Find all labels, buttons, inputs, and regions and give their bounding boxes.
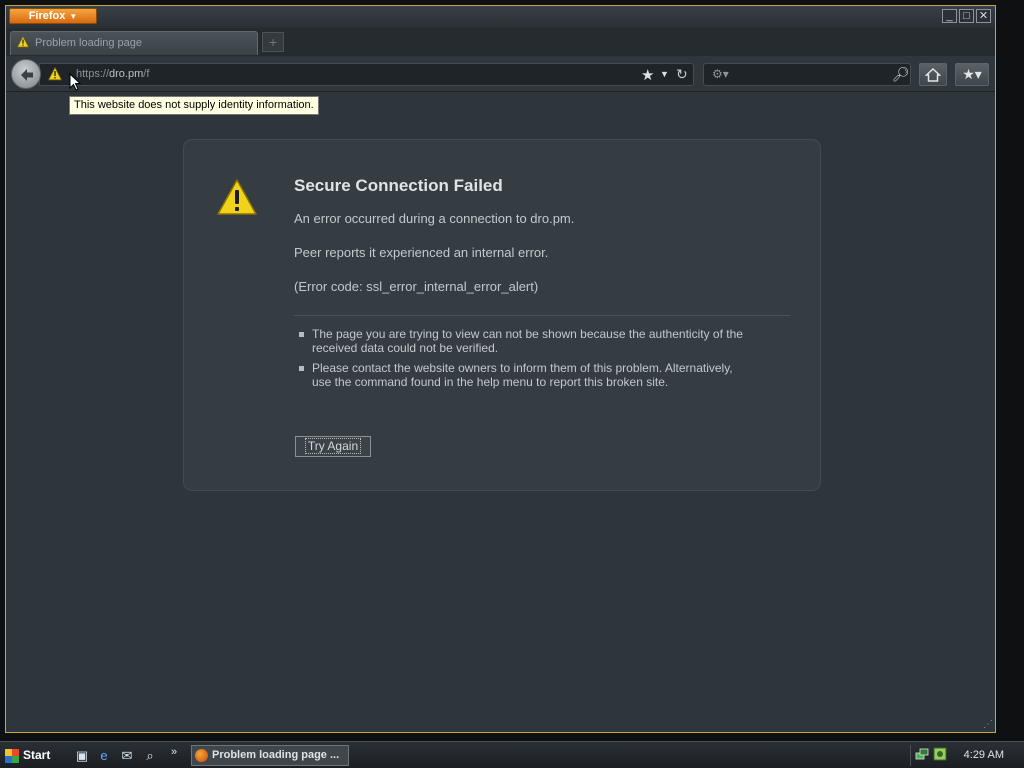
search-folder-icon[interactable]: ⌕ [142, 748, 158, 764]
bookmarks-button[interactable]: ★▾ [955, 63, 989, 86]
show-desktop-icon[interactable]: ▣ [74, 748, 90, 764]
search-icon[interactable]: 🔎︎ [892, 66, 910, 83]
start-label: Start [23, 748, 51, 762]
error-detail: Peer reports it experienced an internal … [294, 245, 549, 260]
start-button[interactable]: Start [2, 745, 58, 766]
url-history-dropdown-icon[interactable]: ▼ [660, 69, 669, 79]
url-path: /f [143, 68, 150, 80]
page-content: Secure Connection Failed An error occurr… [6, 92, 995, 732]
list-item: The page you are trying to view can not … [299, 327, 744, 355]
back-button[interactable] [11, 59, 41, 89]
taskbar: Start ▣ e ✉ ⌕ » Problem loading page ...… [0, 741, 1024, 768]
clock: 4:29 AM [963, 749, 1004, 761]
bookmarks-icon: ★▾ [962, 66, 982, 82]
browser-window: Firefox ▼ _ □ ✕ Problem loading page + ht… [5, 5, 996, 733]
navigation-toolbar: https://dro.pm/f ★ ▼ ↻ ⚙▾ 🔎︎ ★▾ [6, 56, 995, 92]
url-host: dro.pm [109, 68, 144, 80]
home-button[interactable] [919, 63, 947, 86]
error-message: An error occurred during a connection to… [294, 211, 575, 226]
site-identity-warning-icon[interactable] [48, 67, 62, 81]
url-bar[interactable]: https://dro.pm/f ★ ▼ ↻ [39, 63, 694, 86]
try-again-label: Try Again [304, 438, 362, 454]
new-tab-button[interactable]: + [262, 32, 284, 52]
tab-bar: Problem loading page + [6, 28, 995, 56]
list-item: Please contact the website owners to inf… [299, 361, 744, 389]
close-button[interactable]: ✕ [976, 9, 991, 23]
firefox-menu-label: Firefox [28, 10, 66, 22]
home-icon [924, 67, 942, 82]
tab-problem-loading-page[interactable]: Problem loading page [10, 31, 258, 55]
divider [294, 315, 790, 316]
error-box: Secure Connection Failed An error occurr… [183, 139, 821, 491]
system-tray: 4:29 AM [910, 745, 1022, 766]
reload-icon[interactable]: ↻ [676, 66, 688, 83]
minimize-button[interactable]: _ [942, 9, 957, 23]
windows-logo-icon [5, 749, 19, 763]
error-code: (Error code: ssl_error_internal_error_al… [294, 279, 539, 294]
firefox-menu-button[interactable]: Firefox ▼ [9, 8, 97, 24]
title-bar[interactable]: Firefox ▼ _ □ ✕ [6, 6, 995, 28]
error-explanation-list: The page you are trying to view can not … [299, 327, 744, 395]
try-again-button[interactable]: Try Again [295, 436, 371, 457]
taskbar-item-firefox[interactable]: Problem loading page ... [191, 745, 349, 766]
dropdown-arrow-icon: ▼ [69, 12, 78, 21]
search-bar[interactable]: ⚙▾ 🔎︎ [703, 63, 911, 86]
search-engine-icon[interactable]: ⚙▾ [712, 67, 729, 81]
identity-tooltip: This website does not supply identity in… [69, 96, 319, 115]
internet-explorer-icon[interactable]: e [96, 748, 112, 764]
resize-grip[interactable]: ⋰ [983, 719, 993, 730]
warning-icon [217, 179, 257, 215]
tab-label: Problem loading page [35, 37, 143, 49]
security-shield-icon[interactable] [933, 747, 947, 761]
mouse-cursor-icon [69, 73, 81, 91]
maximize-button[interactable]: □ [959, 9, 974, 23]
outlook-express-icon[interactable]: ✉ [119, 748, 135, 764]
error-title: Secure Connection Failed [294, 176, 503, 195]
bookmark-star-icon[interactable]: ★ [641, 66, 654, 84]
taskbar-item-label: Problem loading page ... [212, 749, 340, 761]
quick-launch-expand-icon[interactable]: » [166, 744, 182, 760]
warning-icon [17, 36, 29, 48]
url-text[interactable]: https://dro.pm/f [76, 68, 149, 80]
back-arrow-icon [21, 69, 33, 81]
firefox-icon [195, 749, 208, 762]
network-icon[interactable] [915, 747, 929, 761]
